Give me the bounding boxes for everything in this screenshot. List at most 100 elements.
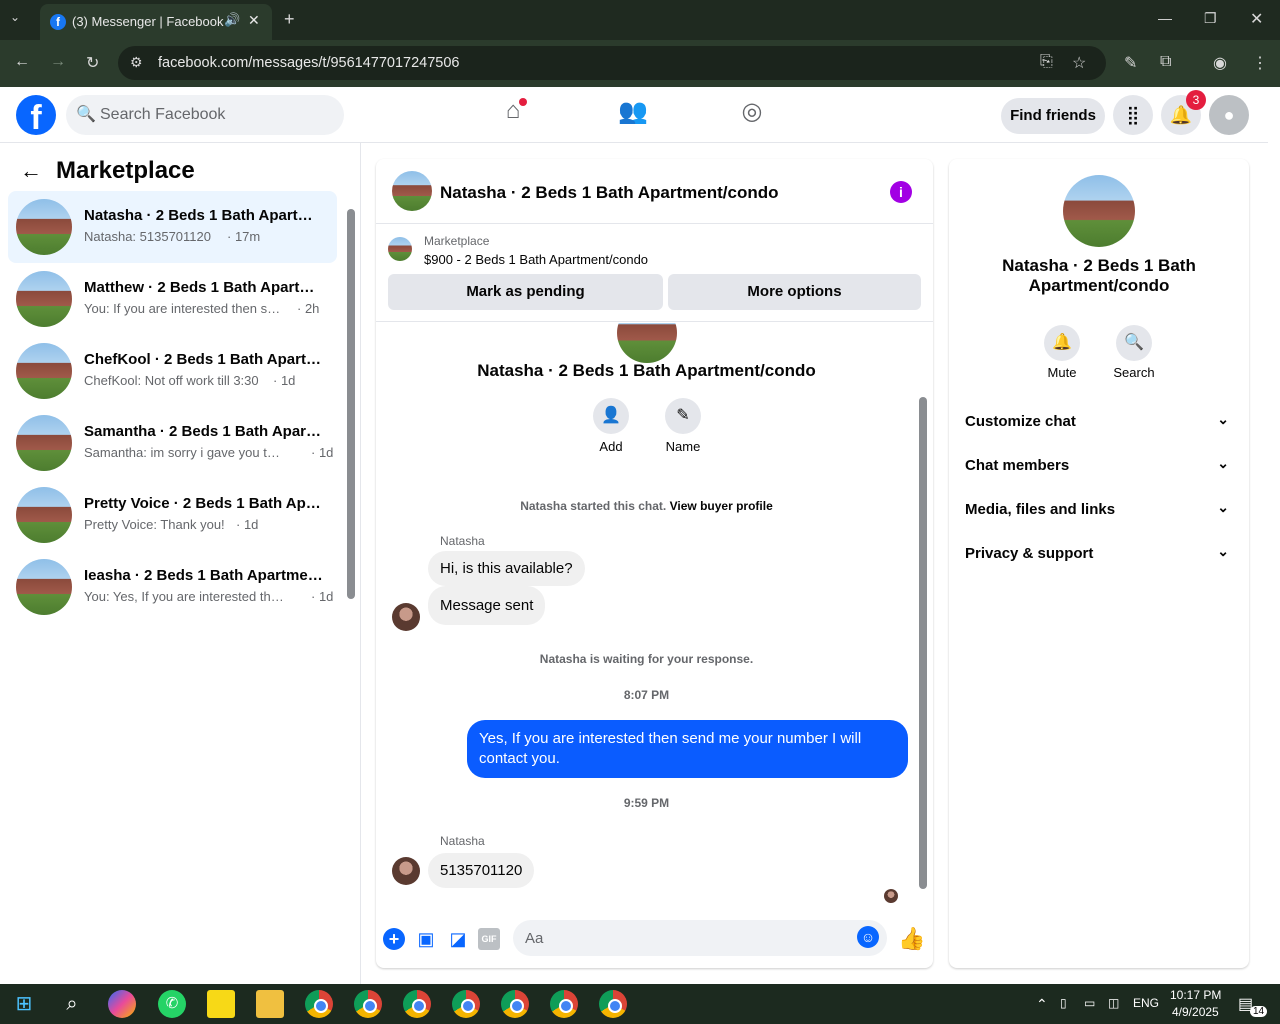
reload-icon[interactable]: ↻ [86,53,99,73]
natasha-avatar[interactable] [392,857,420,885]
chrome-icon[interactable] [354,990,382,1018]
search-icon[interactable]: ⌕ [58,990,86,1018]
menu-grid-icon[interactable]: ⣿ [1113,95,1153,135]
new-tab-button[interactable]: + [284,9,295,30]
my-message-bubble[interactable]: Yes, If you are interested then send me … [467,720,908,778]
extensions-icon[interactable]: ⧉ [1160,53,1171,71]
tab-close-icon[interactable]: ✕ [248,12,260,29]
natasha-avatar[interactable] [392,603,420,631]
message-bubble[interactable]: 5135701120 [428,853,535,888]
search-icon[interactable]: 🔍 [1116,325,1152,361]
thumbs-up-icon[interactable]: 👍 [898,928,925,950]
conversation-time: · 1d [273,373,296,388]
file-explorer-icon[interactable] [256,990,284,1018]
chat-scrollbar[interactable] [919,397,927,889]
address-bar[interactable]: ⚙ facebook.com/messages/t/95614770172475… [118,46,1106,80]
chat-members-section[interactable]: Chat members ⌄ [965,443,1233,487]
account-avatar[interactable]: ● [1209,95,1249,135]
chevron-down-icon: ⌄ [1217,411,1229,427]
section-label: Customize chat [965,413,1076,430]
tray-chevron-icon[interactable]: ⌃ [1036,996,1048,1013]
emoji-icon[interactable]: ☺ [857,926,879,948]
windows-start-icon[interactable]: ⊞ [10,990,38,1018]
customize-chat-section[interactable]: Customize chat ⌄ [965,399,1233,443]
chrome-icon[interactable] [305,990,333,1018]
mute-bell-icon[interactable]: 🔔 [1044,325,1080,361]
add-person-icon[interactable]: 👤 [593,398,629,434]
info-icon[interactable]: i [890,181,912,203]
forward-icon[interactable]: → [50,53,66,71]
conversation-item[interactable]: Pretty Voice · 2 Beds 1 Bath Apartment/c… [8,479,337,551]
gif-icon[interactable]: GIF [478,928,500,950]
conversation-preview: Samantha: im sorry i gave you the wrong [84,445,284,460]
copilot-icon[interactable] [108,990,136,1018]
conversation-item[interactable]: Samantha · 2 Beds 1 Bath Apartment/condo… [8,407,337,479]
plus-icon[interactable]: + [383,928,405,950]
chat-title[interactable]: Natasha · 2 Beds 1 Bath Apartment/condo [440,183,779,203]
conversation-name: Natasha · 2 Beds 1 Bath Apartment/condo [84,207,324,224]
language-indicator[interactable]: ENG [1133,996,1159,1010]
facebook-logo[interactable]: f [16,95,56,135]
back-arrow-icon[interactable]: ← [20,158,42,183]
listing-title[interactable]: $900 - 2 Beds 1 Bath Apartment/condo [424,252,648,267]
device-icon[interactable]: ▯ [1060,996,1067,1010]
sticker-icon[interactable]: ◪ [447,928,469,950]
bookmark-star-icon[interactable]: ☆ [1072,53,1086,73]
groups-icon[interactable]: ◎ [732,97,772,133]
chevron-down-icon: ⌄ [1217,455,1229,471]
site-settings-icon[interactable]: ⚙ [130,54,143,71]
mark-as-pending-button[interactable]: Mark as pending [388,274,663,310]
details-avatar[interactable] [1063,175,1135,247]
conversation-item[interactable]: Matthew · 2 Beds 1 Bath Apartment/condo Y… [8,263,337,335]
notification-badge: 3 [1186,90,1206,110]
install-app-icon[interactable]: ⎘ [1040,53,1053,71]
edit-pencil-icon[interactable]: ✎ [665,398,701,434]
sticky-notes-icon[interactable] [207,990,235,1018]
chrome-icon[interactable] [403,990,431,1018]
media-files-section[interactable]: Media, files and links ⌄ [965,487,1233,531]
pen-icon[interactable]: ✎ [1124,53,1137,73]
waiting-notice: Natasha is waiting for your response. [539,652,754,666]
chrome-icon[interactable] [501,990,529,1018]
view-buyer-profile-link[interactable]: View buyer profile [670,499,773,513]
close-window-icon[interactable]: ✕ [1250,9,1263,29]
conversation-item[interactable]: ChefKool · 2 Beds 1 Bath Apartment/condo… [8,335,337,407]
chat-avatar[interactable] [392,171,432,211]
profile-avatar [617,323,677,363]
listing-thumbnail[interactable] [388,237,412,261]
chrome-icon[interactable] [452,990,480,1018]
network-icon[interactable]: ▭ [1084,996,1095,1010]
conversation-item[interactable]: Ieasha · 2 Beds 1 Bath Apartment/condo Yo… [8,551,337,623]
chat-panel: Natasha · 2 Beds 1 Bath Apartment/condo … [376,159,933,968]
message-bubble[interactable]: Message sent [428,586,546,625]
whatsapp-icon[interactable]: ✆ [158,990,186,1018]
message-input[interactable]: Aa ☺ [513,920,887,956]
tab-list-icon[interactable]: ⌄ [10,10,20,24]
restore-icon[interactable]: ❐ [1204,10,1217,27]
message-bubble[interactable]: Hi, is this available? [428,551,585,586]
facebook-search[interactable]: 🔍 Search Facebook [66,95,344,135]
conversation-item[interactable]: Natasha · 2 Beds 1 Bath Apartment/condoN… [8,191,337,263]
chrome-icon[interactable] [550,990,578,1018]
volume-icon[interactable]: ◫ [1108,996,1119,1010]
minimize-icon[interactable]: — [1158,10,1172,26]
photo-icon[interactable]: ▣ [415,928,437,950]
browser-tab[interactable]: f (3) Messenger | Facebook 🔊 ✕ [40,4,272,40]
clock-time[interactable]: 10:17 PM [1170,988,1221,1002]
profile-icon[interactable]: ◉ [1213,53,1227,73]
more-options-button[interactable]: More options [668,274,921,310]
home-icon[interactable]: ⌂ [493,97,533,133]
conversation-time: · 17m [227,229,261,244]
menu-dots-icon[interactable]: ⋮ [1252,53,1268,73]
section-label: Media, files and links [965,501,1116,518]
friends-icon[interactable]: 👥 [613,97,653,133]
chat-started-notice: Natasha started this chat. View buyer pr… [376,499,917,513]
speaker-icon[interactable]: 🔊 [224,12,240,28]
privacy-support-section[interactable]: Privacy & support ⌄ [965,531,1233,575]
chrome-icon[interactable] [599,990,627,1018]
find-friends-button[interactable]: Find friends [1001,98,1105,134]
clock-date[interactable]: 4/9/2025 [1172,1005,1219,1019]
back-icon[interactable]: ← [14,53,30,71]
conversation-avatar [16,271,72,327]
sidebar-scrollbar[interactable] [347,209,355,599]
